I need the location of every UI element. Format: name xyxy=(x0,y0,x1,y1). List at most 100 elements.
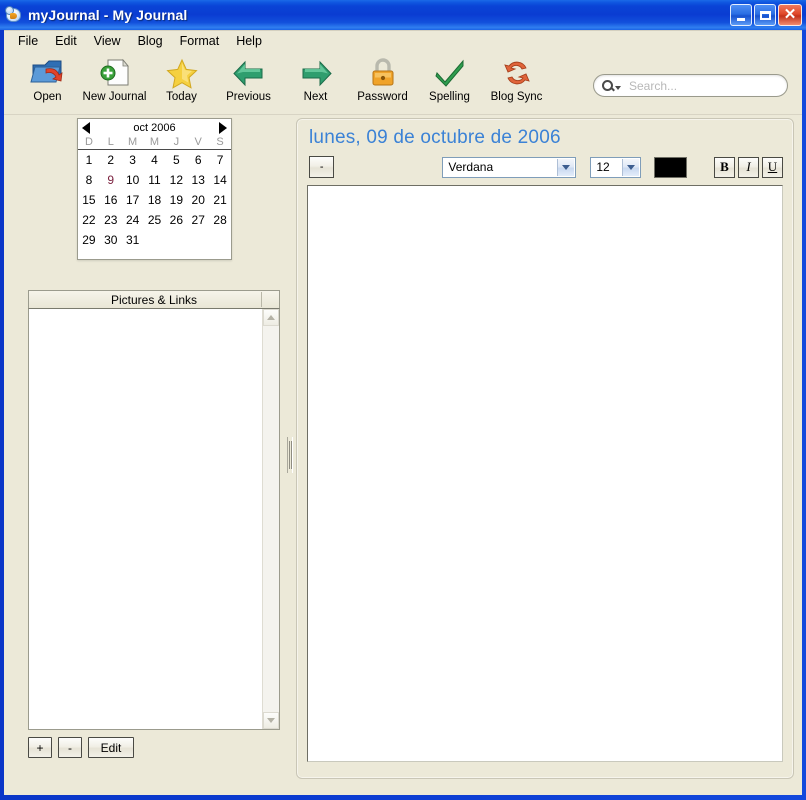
calendar-day-cell[interactable]: 24 xyxy=(122,212,144,229)
arrow-left-icon xyxy=(231,55,267,91)
today-button-label: Today xyxy=(166,91,197,103)
calendar-dow-5: V xyxy=(194,136,202,148)
pictures-and-links-panel: Pictures & Links xyxy=(28,290,280,730)
menu-item-file[interactable]: File xyxy=(10,32,47,51)
new-journal-button[interactable]: New Journal xyxy=(81,52,148,111)
previous-button[interactable]: Previous xyxy=(215,52,282,111)
calendar-day-cell[interactable]: 23 xyxy=(100,212,122,229)
calendar-day-cell[interactable]: 29 xyxy=(78,232,100,249)
menu-item-help[interactable]: Help xyxy=(228,32,271,51)
scroll-up-button[interactable] xyxy=(263,309,279,326)
blog-sync-button[interactable]: Blog Sync xyxy=(483,52,550,111)
calendar-day-cell[interactable]: 15 xyxy=(78,192,100,209)
calendar-day-cell[interactable]: 8 xyxy=(78,172,100,189)
password-button-label: Password xyxy=(357,91,408,103)
calendar-day-cell[interactable]: 31 xyxy=(122,232,144,249)
open-folder-icon xyxy=(29,55,66,91)
main-toolbar: Open New Journal Today Previous Next Pas… xyxy=(4,52,802,115)
calendar-day-cell[interactable]: 26 xyxy=(165,212,187,229)
calendar-day-cell[interactable]: 12 xyxy=(165,172,187,189)
bold-button[interactable]: B xyxy=(714,156,735,178)
chevron-down-icon[interactable] xyxy=(622,158,640,176)
calendar-day-grid[interactable]: 1 2 3 4 5 6 7 8 9 10 11 12 13 14 15 16 17 18 19 20 21 22 23 24 2… xyxy=(78,150,231,259)
chevron-down-icon[interactable] xyxy=(557,158,575,176)
calendar-day-cell[interactable]: 21 xyxy=(209,192,231,209)
calendar-day-cell[interactable]: 2 xyxy=(100,152,122,169)
remove-picture-button[interactable]: - xyxy=(58,737,82,758)
calendar-day-cell[interactable]: 7 xyxy=(209,152,231,169)
open-button[interactable]: Open xyxy=(14,52,81,111)
left-pane: oct 2006 DLMMJVS 1 2 3 4 5 6 7 8 9 10 11 12 13 14 15 16… xyxy=(4,115,284,795)
maximize-button[interactable] xyxy=(754,4,776,26)
search-box[interactable] xyxy=(593,74,788,97)
italic-button[interactable]: I xyxy=(738,156,759,178)
calendar-day-cell[interactable]: 22 xyxy=(78,212,100,229)
calendar-day-cell[interactable]: 13 xyxy=(187,172,209,189)
splitter-grip-icon xyxy=(287,437,293,473)
title-bar: myJournal - My Journal ✕ xyxy=(0,0,806,30)
menu-item-blog[interactable]: Blog xyxy=(130,32,172,51)
spelling-button[interactable]: Spelling xyxy=(416,52,483,111)
pictures-and-links-list[interactable] xyxy=(29,309,262,729)
add-picture-button[interactable]: + xyxy=(28,737,52,758)
text-style-buttons: B I U xyxy=(714,156,783,178)
calendar-day-cell[interactable]: 4 xyxy=(144,152,166,169)
search-input[interactable] xyxy=(627,77,787,94)
pictures-list-scrollbar[interactable] xyxy=(262,309,279,729)
calendar-day-cell[interactable]: 5 xyxy=(165,152,187,169)
next-button[interactable]: Next xyxy=(282,52,349,111)
underline-button[interactable]: U xyxy=(762,156,783,178)
calendar-day-cell[interactable]: 28 xyxy=(209,212,231,229)
calendar-day-cell[interactable]: 27 xyxy=(187,212,209,229)
calendar-day-cell[interactable]: 18 xyxy=(144,192,166,209)
font-size-value: 12 xyxy=(596,160,610,174)
pictures-and-links-header: Pictures & Links xyxy=(28,290,280,309)
next-button-label: Next xyxy=(303,91,328,103)
calendar-day-cell[interactable]: 25 xyxy=(144,212,166,229)
journal-bird-icon xyxy=(5,6,23,24)
header-divider xyxy=(261,292,262,307)
calendar-day-cell[interactable]: 11 xyxy=(144,172,166,189)
menu-item-edit[interactable]: Edit xyxy=(47,32,86,51)
edit-picture-button[interactable]: Edit xyxy=(88,737,134,758)
calendar-day-cell[interactable]: 1 xyxy=(78,152,100,169)
search-dropdown-caret-icon[interactable] xyxy=(615,85,621,90)
minimize-button[interactable] xyxy=(730,4,752,26)
close-button[interactable]: ✕ xyxy=(778,4,802,26)
checkmark-icon xyxy=(433,55,467,91)
menu-bar: File Edit View Blog Format Help xyxy=(4,31,802,52)
font-family-select[interactable]: Verdana xyxy=(442,156,577,178)
calendar-day-selected[interactable]: 9 xyxy=(100,172,122,189)
bullet-dash-button[interactable]: - xyxy=(309,156,335,178)
calendar-next-arrow-icon[interactable] xyxy=(219,121,227,134)
font-size-select[interactable]: 12 xyxy=(590,156,642,178)
text-color-swatch[interactable] xyxy=(654,156,687,178)
calendar-day-cell[interactable]: 17 xyxy=(122,192,144,209)
today-button[interactable]: Today xyxy=(148,52,215,111)
calendar-day-cell[interactable]: 14 xyxy=(209,172,231,189)
star-icon xyxy=(165,55,199,91)
search-magnifier-icon xyxy=(602,80,613,91)
calendar-day-cell[interactable]: 16 xyxy=(100,192,122,209)
calendar-day-cell[interactable]: 20 xyxy=(187,192,209,209)
password-button[interactable]: Password xyxy=(349,52,416,111)
calendar-dow-3: M xyxy=(149,136,160,148)
calendar-day-cell[interactable]: 30 xyxy=(100,232,122,249)
calendar-day-cell[interactable]: 19 xyxy=(165,192,187,209)
window-controls: ✕ xyxy=(730,4,802,26)
calendar-prev-arrow-icon[interactable] xyxy=(82,121,90,134)
chevron-up-icon xyxy=(267,315,275,320)
menu-item-format[interactable]: Format xyxy=(172,32,229,51)
scroll-down-button[interactable] xyxy=(263,712,279,729)
calendar-widget[interactable]: oct 2006 DLMMJVS 1 2 3 4 5 6 7 8 9 10 11 12 13 14 15 16… xyxy=(77,118,232,260)
pane-splitter[interactable] xyxy=(284,115,296,795)
calendar-day-cell[interactable]: 10 xyxy=(122,172,144,189)
open-button-label: Open xyxy=(33,91,62,103)
calendar-day-cell[interactable]: 6 xyxy=(187,152,209,169)
calendar-day-cell[interactable]: 3 xyxy=(122,152,144,169)
calendar-title: oct 2006 xyxy=(133,121,176,134)
previous-button-label: Previous xyxy=(226,91,271,103)
calendar-dow-6: S xyxy=(216,136,224,148)
menu-item-view[interactable]: View xyxy=(86,32,130,51)
journal-text-editor[interactable] xyxy=(307,185,783,762)
